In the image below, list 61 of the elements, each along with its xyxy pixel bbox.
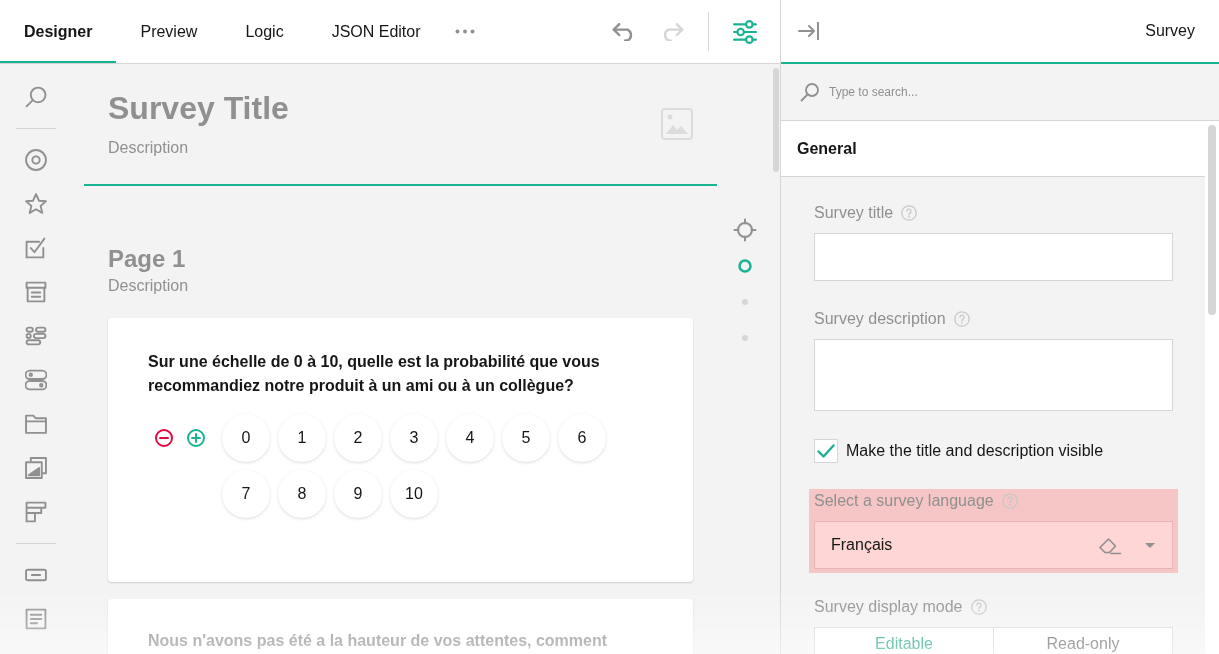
tab[interactable]: Preview — [116, 0, 222, 63]
checkbox-icon[interactable] — [25, 237, 47, 259]
rating-item[interactable]: 3 — [390, 414, 438, 462]
survey-description: Description — [108, 138, 190, 158]
bars-icon[interactable] — [25, 501, 47, 523]
rating-item[interactable]: 2 — [334, 414, 382, 462]
radio-icon[interactable] — [25, 149, 47, 171]
minus-circle-icon[interactable] — [155, 429, 173, 447]
property-label: Survey title — [814, 203, 894, 223]
help-icon[interactable] — [953, 311, 970, 327]
dropdown[interactable]: Français — [814, 521, 1173, 569]
question-title: Sur une échelle de 0 à 10, quelle est la probabilité que vous recommandiez notre produit à un ami ou à un collègue? — [148, 352, 601, 396]
sliders-icon[interactable] — [733, 19, 757, 44]
panel-title: Survey — [1145, 21, 1195, 41]
checkbox[interactable] — [814, 439, 838, 463]
help-icon[interactable] — [970, 599, 987, 615]
tag-rows-icon[interactable] — [25, 325, 47, 347]
rating-item[interactable]: 4 — [446, 414, 494, 462]
caret-icon[interactable] — [1145, 542, 1155, 548]
help-icon[interactable] — [901, 205, 918, 221]
scrollbar-thumb[interactable] — [773, 68, 779, 172]
property-label: Survey display mode — [814, 597, 963, 617]
search-icon — [800, 82, 820, 102]
property-label: Select a survey language — [814, 491, 994, 511]
dot-icon[interactable] — [742, 335, 748, 341]
rating-item[interactable]: 6 — [558, 414, 606, 462]
star-icon[interactable] — [25, 193, 47, 215]
page-description: Description — [108, 276, 190, 296]
check-icon — [817, 444, 835, 458]
textarea-field[interactable] — [814, 339, 1173, 411]
dot-icon[interactable] — [742, 299, 748, 305]
tab[interactable]: JSON Editor — [307, 0, 445, 63]
rating-item[interactable]: 8 — [278, 470, 326, 518]
property-label: Survey description — [814, 309, 946, 329]
more-icon[interactable] — [454, 29, 475, 34]
plus-circle-icon[interactable] — [187, 429, 205, 447]
rating-item[interactable]: 0 — [222, 414, 270, 462]
text-field[interactable] — [814, 233, 1173, 281]
scrollbar-thumb[interactable] — [1208, 125, 1216, 315]
ring-icon[interactable] — [738, 259, 752, 273]
rating-item[interactable]: 7 — [222, 470, 270, 518]
page-title: Page 1 — [108, 244, 187, 274]
images-icon[interactable] — [25, 457, 47, 479]
rating-item[interactable]: 5 — [502, 414, 550, 462]
arrow-to-bar-icon[interactable] — [798, 21, 820, 41]
folder-icon[interactable] — [25, 413, 47, 435]
eraser-icon[interactable] — [1098, 535, 1122, 555]
toggles-icon[interactable] — [25, 369, 47, 391]
rating-item[interactable]: 9 — [334, 470, 382, 518]
rating-item[interactable]: 10 — [390, 470, 438, 518]
document-icon[interactable] — [25, 608, 47, 630]
checkbox-label: Make the title and description visible — [846, 441, 1104, 461]
rating-item[interactable]: 1 — [278, 414, 326, 462]
crosshair-icon[interactable] — [733, 218, 757, 242]
dropdown-value: Français — [831, 535, 894, 555]
survey-title: Survey Title — [108, 89, 289, 128]
tab[interactable]: Logic — [221, 0, 308, 63]
search-icon[interactable] — [25, 86, 47, 108]
question-title: Nous n'avons pas été a la hauteur de vos attentes, comment — [148, 631, 609, 651]
tab[interactable]: Designer — [0, 0, 117, 63]
tray-icon[interactable] — [25, 281, 47, 303]
